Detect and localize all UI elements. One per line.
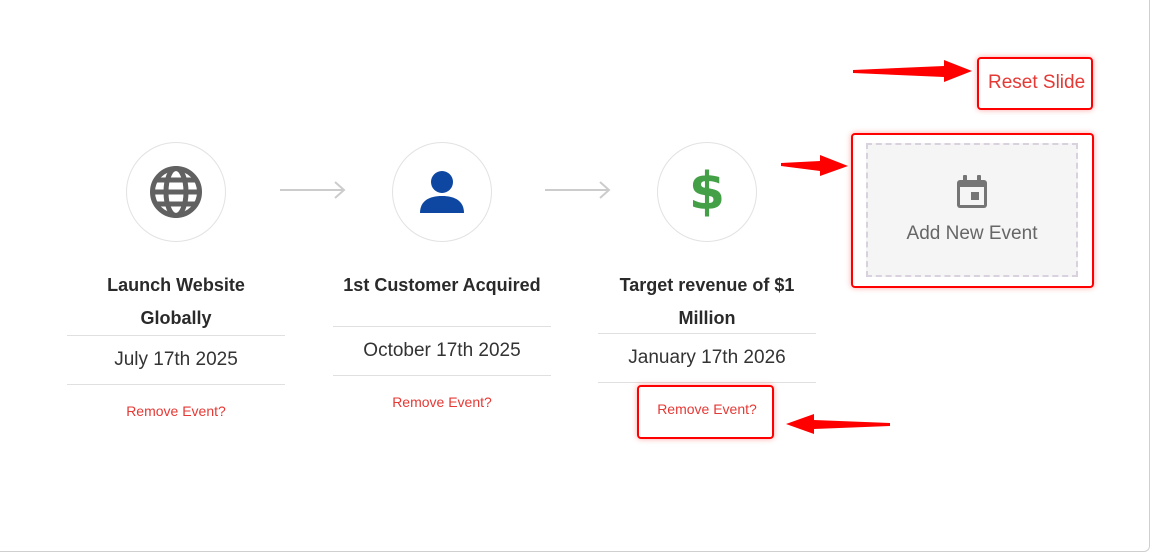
annotation-arrow-icon (781, 60, 972, 434)
